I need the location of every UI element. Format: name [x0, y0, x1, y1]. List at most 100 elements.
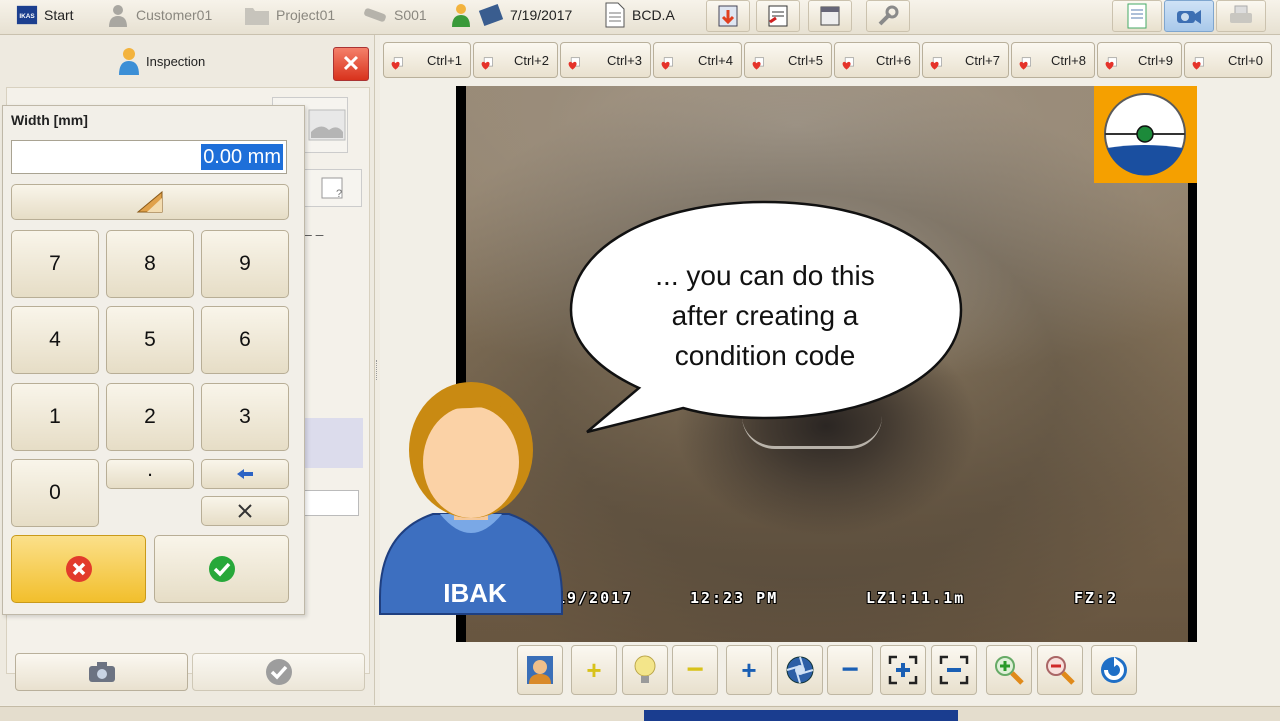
measure-tool-button[interactable] [11, 184, 289, 220]
camera-icon [88, 662, 115, 682]
confirm-disabled-button[interactable] [192, 653, 365, 691]
document-icon [605, 2, 625, 28]
ctrl-shortcut-button-1[interactable]: Ctrl+1 [383, 42, 471, 78]
inspector-icon [119, 48, 139, 75]
focus-minus-icon [939, 655, 969, 685]
cancel-button[interactable] [11, 535, 146, 603]
callout-line-1: ... you can do this [655, 260, 875, 291]
key-6[interactable]: 6 [201, 306, 289, 374]
key-1[interactable]: 1 [11, 383, 99, 451]
iris-increase-button[interactable]: + [726, 645, 772, 695]
start-label: Start [44, 7, 74, 23]
callout-line-3: condition code [674, 340, 856, 371]
light-increase-button[interactable]: + [571, 645, 617, 695]
key-8[interactable]: 8 [106, 230, 194, 298]
aperture-icon [786, 656, 814, 684]
backspace-arrow-icon [237, 469, 253, 479]
date-item[interactable]: 7/19/2017 [450, 0, 572, 30]
window-button[interactable] [808, 0, 852, 32]
person-icon [109, 5, 127, 27]
ikas-logo-icon: IKAS [16, 5, 38, 25]
focus-near-button[interactable] [880, 645, 926, 695]
ctrl-shortcut-button-9[interactable]: Ctrl+9 [1097, 42, 1182, 78]
rotate-button[interactable] [1091, 645, 1137, 695]
print-button[interactable] [1216, 0, 1266, 32]
customer-label: Customer01 [136, 7, 213, 23]
ctrl-shortcut-button-7[interactable]: Ctrl+7 [922, 42, 1009, 78]
width-value-input[interactable]: 0.00 mm [11, 140, 287, 174]
inspection-title: Inspection [146, 53, 206, 69]
key-2[interactable]: 2 [106, 383, 194, 451]
clear-x-icon [238, 504, 252, 518]
settings-button[interactable] [866, 0, 910, 32]
cancel-icon [65, 556, 92, 582]
ctrl-shortcut-button-3[interactable]: Ctrl+3 [560, 42, 651, 78]
ctrl-shortcut-button-6[interactable]: Ctrl+6 [834, 42, 920, 78]
report-button[interactable] [756, 0, 800, 32]
pipe-icon [364, 8, 386, 22]
ok-button[interactable] [154, 535, 289, 603]
photo-button[interactable] [15, 653, 188, 691]
ctrl-shortcut-button-4[interactable]: Ctrl+4 [653, 42, 742, 78]
camera-view-button[interactable] [1164, 0, 1214, 32]
key-decimal[interactable]: . [106, 458, 194, 489]
window-icon [820, 6, 840, 26]
backspace-key[interactable] [201, 459, 289, 489]
help-doc-button[interactable]: ? [302, 169, 362, 207]
zoom-out-button[interactable] [1037, 645, 1083, 695]
close-icon: ✕ [341, 51, 361, 76]
light-decrease-button[interactable]: − [672, 645, 718, 695]
ctrl-shortcut-label: Ctrl+2 [513, 53, 549, 68]
heart-bookmark-icon [842, 57, 854, 70]
callout-line-2: after creating a [671, 300, 859, 331]
light-button[interactable] [622, 645, 668, 695]
clear-key[interactable] [201, 496, 289, 526]
osd-time: 12:23 PM [690, 589, 779, 607]
file-item[interactable]: BCD.A [604, 0, 675, 30]
plus-icon: + [741, 654, 757, 685]
project-item[interactable]: Project01 [244, 0, 335, 30]
ctrl-shortcut-button-2[interactable]: Ctrl+2 [473, 42, 558, 78]
svg-text:?: ? [336, 188, 342, 200]
printer-icon [1230, 5, 1252, 23]
date-label: 7/19/2017 [510, 7, 573, 23]
heart-bookmark-icon [661, 57, 673, 70]
ctrl-shortcut-button-8[interactable]: Ctrl+8 [1011, 42, 1095, 78]
plus-icon: + [586, 654, 602, 685]
download-button[interactable] [706, 0, 750, 32]
ruler-triangle-icon [136, 190, 163, 213]
key-3[interactable]: 3 [201, 383, 289, 451]
key-5[interactable]: 5 [106, 306, 194, 374]
ctrl-shortcut-button-10[interactable]: Ctrl+0 [1184, 42, 1272, 78]
key-4[interactable]: 4 [11, 306, 99, 374]
ctrl-shortcut-label: Ctrl+0 [1227, 53, 1263, 68]
panel-input-field[interactable] [303, 490, 359, 516]
ibak-mascot: IBAK [378, 382, 564, 617]
key-9[interactable]: 9 [201, 230, 289, 298]
ctrl-shortcut-button-5[interactable]: Ctrl+5 [744, 42, 832, 78]
section-label: S001 [394, 7, 427, 23]
minus-icon: − [686, 653, 704, 686]
heart-bookmark-icon [1105, 57, 1117, 70]
customer-item[interactable]: Customer01 [106, 0, 212, 30]
osd-fz: FZ:2 [1074, 589, 1119, 607]
zoom-in-button[interactable] [986, 645, 1032, 695]
numeric-keypad-dialog: Width [mm] 0.00 mm 7 8 9 4 5 6 1 2 3 0 . [2, 105, 305, 615]
section-item[interactable]: S001 [362, 0, 427, 30]
close-panel-button[interactable]: ✕ [333, 47, 369, 81]
key-7[interactable]: 7 [11, 230, 99, 298]
wrench-icon [878, 5, 899, 26]
iris-decrease-button[interactable]: − [827, 645, 873, 695]
iris-button[interactable] [777, 645, 823, 695]
report-icon [768, 5, 788, 27]
face-view-button[interactable] [517, 645, 563, 695]
width-field-label: Width [mm] [11, 112, 88, 128]
key-0[interactable]: 0 [11, 459, 99, 527]
focus-far-button[interactable] [931, 645, 977, 695]
notes-button[interactable] [1112, 0, 1162, 32]
ctrl-shortcut-label: Ctrl+5 [787, 53, 823, 68]
face-photo-icon [527, 656, 553, 684]
start-menu[interactable]: IKAS Start [16, 0, 74, 30]
folder-icon [245, 8, 269, 25]
splitter-handle[interactable] [376, 360, 380, 380]
